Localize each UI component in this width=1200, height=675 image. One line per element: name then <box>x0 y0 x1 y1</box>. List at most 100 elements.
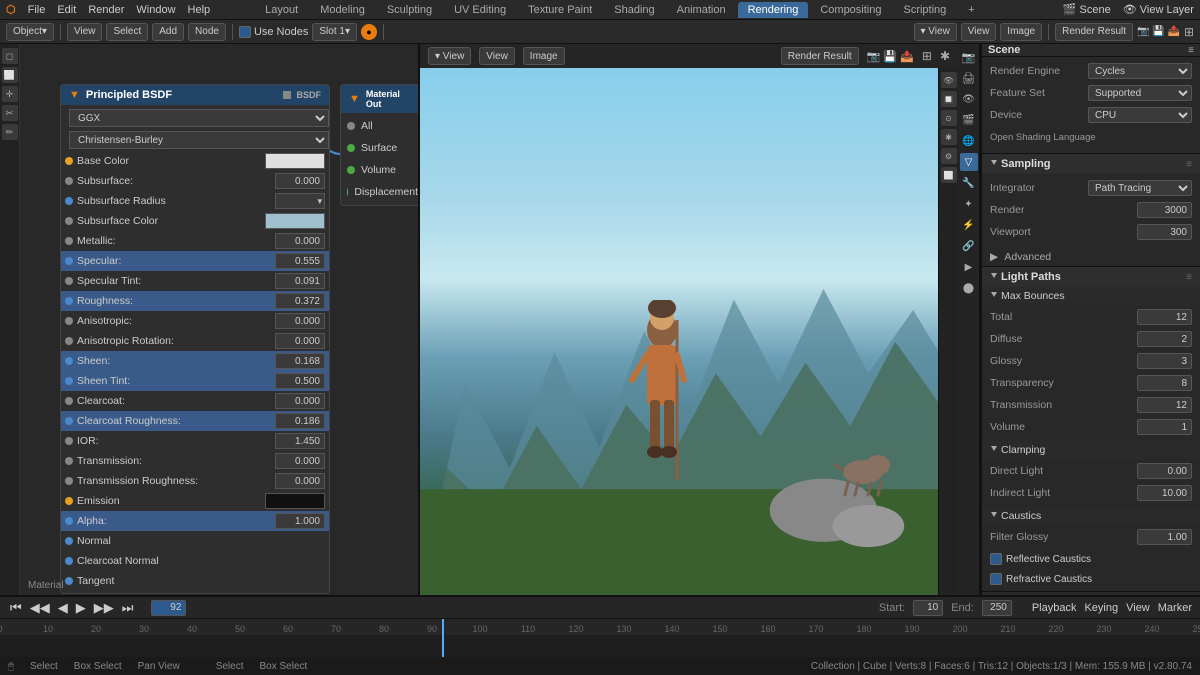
reflective-caustics-checkbox[interactable] <box>990 553 1002 565</box>
playback-menu[interactable]: Playback <box>1032 602 1077 614</box>
clearcoat-roughness-value[interactable]: 0.186 <box>275 413 325 429</box>
caustics-header[interactable]: Caustics <box>982 507 1200 525</box>
tool-box[interactable]: ⬜ <box>2 67 18 83</box>
node-button[interactable]: Node <box>188 23 226 41</box>
viewport-icon-3[interactable]: ⊙ <box>941 110 957 126</box>
slot-dropdown[interactable]: Slot 1 ▾ <box>312 23 357 41</box>
props-data-icon[interactable]: ▶ <box>960 258 978 276</box>
tab-rendering[interactable]: Rendering <box>738 2 809 18</box>
specular-value[interactable]: 0.555 <box>275 253 325 269</box>
glossy-bounces-value[interactable]: 3 <box>1137 353 1192 369</box>
view-btn-3[interactable]: View <box>961 23 997 41</box>
emission-value[interactable] <box>265 493 325 509</box>
timeline-track-body[interactable] <box>0 635 1200 657</box>
use-nodes-checkbox[interactable] <box>239 26 251 38</box>
advanced-link[interactable]: ▶ Advanced <box>982 248 1200 266</box>
tool-cut[interactable]: ✂ <box>2 105 18 121</box>
viewport-view-btn[interactable]: ▾ View <box>428 47 471 65</box>
props-render-icon[interactable]: 📷 <box>960 48 978 66</box>
viewport-icon-4[interactable]: ✱ <box>941 129 957 145</box>
props-view-layer-icon[interactable]: 👁 <box>960 90 978 108</box>
transport-back[interactable]: ◀ <box>56 600 70 616</box>
mode-dropdown[interactable]: Object ▾ <box>6 23 54 41</box>
subsurface-method-select[interactable]: Christensen-Burley <box>69 131 329 149</box>
roughness-value[interactable]: 0.372 <box>275 293 325 309</box>
view-button[interactable]: View <box>67 23 103 41</box>
transport-end[interactable]: ⏭ <box>120 600 136 616</box>
add-button[interactable]: Add <box>152 23 184 41</box>
props-constraints-icon[interactable]: 🔗 <box>960 237 978 255</box>
tab-animation[interactable]: Animation <box>667 2 736 18</box>
render-result-label[interactable]: Render Result <box>1055 23 1133 41</box>
tool-annotate[interactable]: ✏ <box>2 124 18 140</box>
filter-glossy-value[interactable]: 1.00 <box>1137 529 1192 545</box>
anisotropic-rotation-value[interactable]: 0.000 <box>275 333 325 349</box>
blender-logo[interactable]: ⬡ <box>6 3 16 16</box>
overlay-icon[interactable]: ⊞ <box>1184 25 1194 39</box>
subsurface-value[interactable]: 0.000 <box>275 173 325 189</box>
transmission-roughness-value[interactable]: 0.000 <box>275 473 325 489</box>
principled-bsdf-node[interactable]: ▼ Principled BSDF BSDF GGX <box>60 84 330 594</box>
scene-selector[interactable]: 🎬 Scene <box>1063 3 1111 16</box>
transport-play[interactable]: ▶ <box>74 600 88 616</box>
viewport-gizmo-icon[interactable]: ✱ <box>940 49 950 63</box>
base-color-value[interactable] <box>265 153 325 169</box>
props-output-icon[interactable]: 🖨 <box>960 69 978 87</box>
feature-set-select[interactable]: Supported <box>1088 85 1192 101</box>
refractive-caustics-checkbox[interactable] <box>990 573 1002 585</box>
menu-file[interactable]: File <box>28 4 46 16</box>
sampling-header[interactable]: Sampling ≡ <box>982 154 1200 174</box>
viewport-icon-6[interactable]: ⬜ <box>941 167 957 183</box>
metallic-value[interactable]: 0.000 <box>275 233 325 249</box>
viewport-view2-btn[interactable]: View <box>479 47 515 65</box>
transport-forward[interactable]: ▶▶ <box>92 600 116 616</box>
sampling-menu-icon[interactable]: ≡ <box>1186 159 1192 170</box>
scene-options-icon[interactable]: ≡ <box>1188 45 1194 56</box>
direct-light-value[interactable]: 0.00 <box>1137 463 1192 479</box>
tab-uv-editing[interactable]: UV Editing <box>444 2 516 18</box>
end-frame-field[interactable]: 250 <box>982 600 1012 616</box>
anisotropic-value[interactable]: 0.000 <box>275 313 325 329</box>
tab-add[interactable]: + <box>958 2 984 18</box>
sphere-icon[interactable]: ● <box>361 24 377 40</box>
sheen-value[interactable]: 0.168 <box>275 353 325 369</box>
tab-compositing[interactable]: Compositing <box>810 2 891 18</box>
tab-sculpting[interactable]: Sculpting <box>377 2 442 18</box>
integrator-select[interactable]: Path Tracing <box>1088 180 1192 196</box>
tool-move[interactable]: ✛ <box>2 86 18 102</box>
props-particles-icon[interactable]: ✦ <box>960 195 978 213</box>
subsurface-color-value[interactable] <box>265 213 325 229</box>
keying-menu[interactable]: Keying <box>1084 602 1118 614</box>
alpha-value[interactable]: 1.000 <box>275 513 325 529</box>
tool-select[interactable]: ◻ <box>2 48 18 64</box>
props-object-icon[interactable]: ▽ <box>960 153 978 171</box>
clamping-header[interactable]: Clamping <box>982 441 1200 459</box>
tab-layout[interactable]: Layout <box>255 2 308 18</box>
render-engine-select[interactable]: Cycles <box>1088 63 1192 79</box>
transmission-value[interactable]: 0.000 <box>275 453 325 469</box>
props-modifier-icon[interactable]: 🔧 <box>960 174 978 192</box>
distribution-select[interactable]: GGX <box>69 109 329 127</box>
transport-start[interactable]: ⏮ <box>8 600 24 616</box>
light-paths-header[interactable]: Light Paths ≡ <box>982 267 1200 287</box>
device-select[interactable]: CPU <box>1088 107 1192 123</box>
material-output-node[interactable]: ▼ Material Out All Surface <box>340 84 418 206</box>
sheen-tint-value[interactable]: 0.500 <box>275 373 325 389</box>
tab-shading[interactable]: Shading <box>604 2 664 18</box>
clearcoat-value[interactable]: 0.000 <box>275 393 325 409</box>
specular-tint-value[interactable]: 0.091 <box>275 273 325 289</box>
image-btn[interactable]: Image <box>1000 23 1042 41</box>
diffuse-bounces-value[interactable]: 2 <box>1137 331 1192 347</box>
start-frame-field[interactable]: 10 <box>913 600 943 616</box>
light-paths-menu-icon[interactable]: ≡ <box>1186 272 1192 283</box>
ior-value[interactable]: 1.450 <box>275 433 325 449</box>
viewport-image-btn[interactable]: Image <box>523 47 565 65</box>
tab-texture-paint[interactable]: Texture Paint <box>518 2 602 18</box>
viewport-icon-2[interactable]: 🔲 <box>941 91 957 107</box>
view-menu[interactable]: View <box>1126 602 1150 614</box>
current-frame-field[interactable]: 92 <box>151 600 186 616</box>
node-editor-canvas[interactable]: ▼ Principled BSDF BSDF GGX <box>20 44 418 595</box>
menu-help[interactable]: Help <box>188 4 211 16</box>
marker-menu[interactable]: Marker <box>1158 602 1192 614</box>
viewport-samples-value[interactable]: 300 <box>1137 224 1192 240</box>
